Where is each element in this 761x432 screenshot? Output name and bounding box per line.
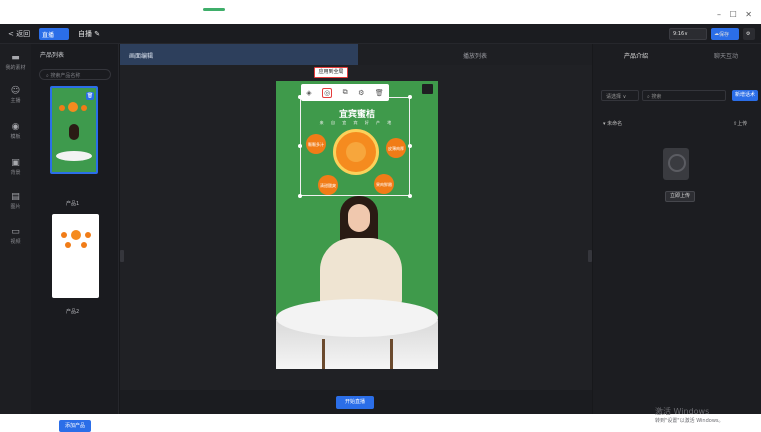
rail-label: 我的素材 [5, 65, 26, 71]
selection-box[interactable] [300, 97, 410, 196]
tab-playlist[interactable]: 播放列表 [358, 44, 592, 65]
table-top [276, 299, 438, 337]
folder-icon: ▬ [11, 53, 20, 63]
product-search-input[interactable]: ⌕ 搜索产品名称 [39, 69, 111, 80]
anchor-face [348, 204, 370, 232]
product-card-2[interactable] [52, 214, 99, 298]
thumb-bubble [61, 232, 67, 238]
back-button[interactable]: < 返回 [8, 29, 30, 39]
tab-scene-edit[interactable]: 画面编辑 [120, 44, 358, 65]
save-label: 保存 [719, 31, 730, 38]
right-panel: 产品介绍 聊天互动 请选择 ∨ ⌕ 搜索 新增话术 ▾ 未命名 ⇪上传 立即上传… [593, 44, 761, 424]
script-search-input[interactable]: ⌕ 搜索 [642, 90, 726, 101]
apply-global-icon[interactable]: ◎ [322, 87, 333, 98]
thumb-table [56, 151, 92, 161]
script-select[interactable]: 请选择 ∨ [601, 90, 639, 101]
badge-label: 直播 [42, 32, 55, 39]
delete-icon[interactable]: 🗑 [86, 92, 94, 100]
product-list-panel: 产品列表 ⌕ 搜索产品名称 🗑 产品1 产品2 添加产品 [31, 44, 119, 432]
tab-chat[interactable]: 聊天互动 [714, 51, 738, 60]
settings-icon[interactable]: ⚙ [743, 28, 755, 40]
rail-label: 背景 [10, 170, 21, 176]
person-icon: ☺ [10, 86, 21, 96]
rail-item-anchor[interactable]: ☺ 主播 [0, 86, 31, 104]
settings-icon[interactable]: ⚙ [358, 89, 364, 97]
upload-now-button[interactable]: 立即上传 [665, 191, 695, 202]
edit-pencil-icon[interactable]: ✎ [94, 30, 100, 38]
ratio-select[interactable]: 9:16 ∨ [669, 28, 707, 40]
collapse-left-handle[interactable] [120, 250, 124, 262]
tab-product-intro[interactable]: 产品介绍 [624, 51, 648, 60]
thumb-bubble [59, 105, 65, 111]
thumb-bubble [85, 232, 91, 238]
save-button[interactable]: ☁ 保存 [711, 28, 739, 40]
rail-label: 模板 [10, 134, 21, 140]
resize-handle[interactable] [298, 194, 302, 198]
script-search-placeholder: 搜索 [651, 94, 662, 100]
thumb-orange [71, 230, 81, 240]
rail-item-picture[interactable]: ▤ 图片 [0, 192, 31, 210]
header-bar: < 返回 直播 自播 ✎ 9:16 ∨ ☁ 保存 ⚙ [0, 24, 761, 44]
resize-handle[interactable] [408, 194, 412, 198]
activate-windows-title: 激活 Windows [655, 407, 710, 416]
left-rail: ▬ 我的素材 ☺ 主播 ◉ 模板 ▣ 背景 ▤ 图片 ▭ 视频 [0, 44, 31, 414]
thumb-person [69, 124, 79, 140]
apply-global-tooltip: 应用到全局 [314, 67, 348, 78]
start-live-button[interactable]: 开始直播 [336, 396, 374, 409]
project-name-text: 自播 [78, 30, 92, 38]
trash-icon[interactable]: 🗑 [375, 89, 384, 97]
unnamed-group[interactable]: ▾ 未命名 [603, 120, 622, 127]
live-badge[interactable]: 直播 [39, 28, 69, 40]
search-icon: ⌕ [647, 94, 650, 100]
screen: – ☐ ✕ < 返回 直播 自播 ✎ 9:16 ∨ ☁ 保存 ⚙ ▬ 我的素材 … [0, 0, 761, 432]
collapse-right-handle[interactable] [588, 250, 592, 262]
video-icon: ▭ [11, 227, 20, 237]
anchor-body[interactable] [320, 238, 402, 306]
rail-item-materials[interactable]: ▬ 我的素材 [0, 53, 31, 71]
rail-item-template[interactable]: ◉ 模板 [0, 122, 31, 140]
resize-handle[interactable] [298, 144, 302, 148]
upload-link[interactable]: ⇪上传 [733, 120, 747, 127]
palette-icon: ◉ [11, 122, 20, 132]
window-titlebar: – ☐ ✕ [0, 0, 761, 24]
product-label-2: 产品2 [66, 309, 80, 315]
product-search-placeholder: 搜索产品名称 [50, 73, 81, 79]
rail-label: 图片 [10, 204, 21, 210]
product-card-1[interactable]: 🗑 [50, 86, 98, 174]
rail-item-video[interactable]: ▭ 视频 [0, 227, 31, 245]
rail-label: 主播 [10, 98, 21, 104]
project-name[interactable]: 自播 ✎ [78, 29, 100, 39]
thumb-bubble [81, 242, 87, 248]
header-actions: 9:16 ∨ ☁ 保存 ⚙ [669, 28, 755, 40]
image-icon: ▣ [11, 158, 20, 168]
layers-icon[interactable]: ◈ [306, 89, 311, 97]
resize-handle[interactable] [408, 95, 412, 99]
search-icon: ⌕ [46, 73, 49, 79]
add-product-button[interactable]: 添加产品 [59, 420, 91, 432]
resize-handle[interactable] [408, 144, 412, 148]
ratio-label: 9:16 [673, 31, 685, 37]
chair-leg [390, 339, 393, 369]
activate-windows-sub: 转到"设置"以激活 Windows。 [655, 418, 724, 424]
editor-tabs: 画面编辑 播放列表 [120, 44, 592, 65]
thumb-bubble [81, 105, 87, 111]
title-pill [203, 8, 225, 11]
window-controls[interactable]: – ☐ ✕ [717, 10, 755, 19]
element-toolbar: ◈ ◎ ⧉ ⚙ 🗑 [301, 84, 389, 101]
new-script-button[interactable]: 新增话术 [732, 90, 758, 101]
thumb-bubble [65, 242, 71, 248]
rail-item-background[interactable]: ▣ 背景 [0, 158, 31, 176]
rail-label: 视频 [10, 239, 21, 245]
copy-icon[interactable]: ⧉ [343, 88, 348, 97]
chair-leg [322, 339, 325, 369]
right-tabs: 产品介绍 聊天互动 [593, 44, 761, 65]
product-list-title: 产品列表 [40, 52, 65, 59]
empty-circle-icon [668, 154, 686, 172]
canvas-layer-icon[interactable] [422, 84, 433, 94]
product-label-1: 产品1 [66, 201, 80, 207]
picture-icon: ▤ [11, 192, 20, 202]
thumb-orange [68, 102, 78, 112]
